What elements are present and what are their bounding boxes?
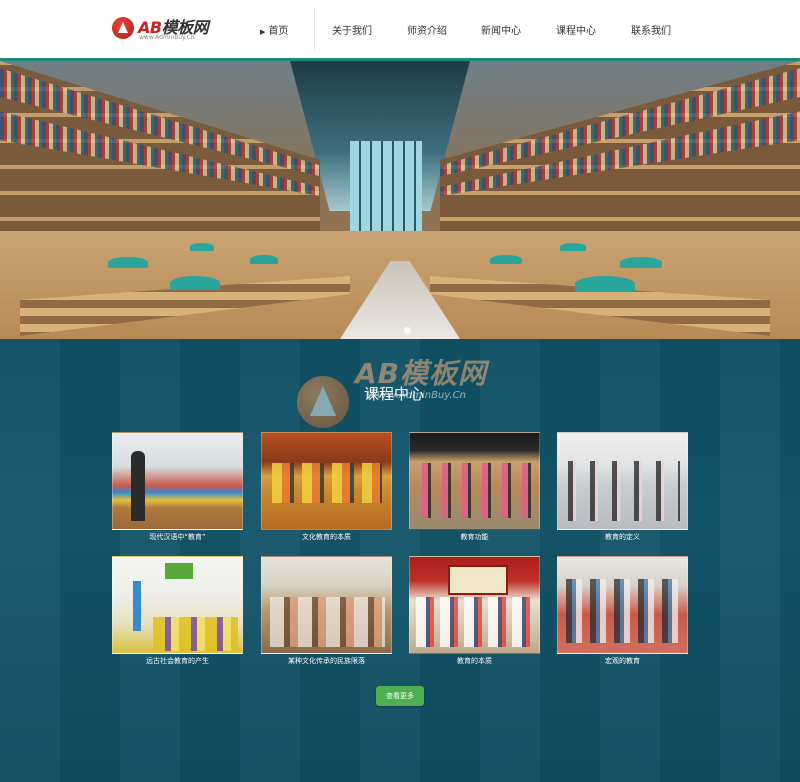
course-image <box>409 556 540 654</box>
active-arrow-icon: ▶ <box>260 28 266 36</box>
logo-subtitle: www.AdminBuy.Cn <box>139 34 195 41</box>
hero-banner <box>0 61 800 339</box>
site-logo[interactable]: AB模板网 www.AdminBuy.Cn <box>112 14 222 44</box>
course-caption: 教育功能 <box>460 533 489 541</box>
course-image <box>261 432 392 530</box>
course-caption: 教育的定义 <box>605 533 640 541</box>
course-image <box>409 432 540 530</box>
lamp-icon <box>108 257 148 268</box>
nav-item-contact[interactable]: 联系我们 <box>631 22 671 37</box>
course-caption: 现代汉语中“教育” <box>149 533 206 541</box>
lamp-icon <box>490 255 522 264</box>
watermark-emblem-icon <box>297 376 349 428</box>
nav-divider <box>314 8 315 50</box>
course-image <box>112 556 243 654</box>
watermark: AB模板网 WWW.AdminBuy.Cn <box>297 352 517 432</box>
nav-item-courses[interactable]: 课程中心 <box>556 22 596 37</box>
lamp-icon <box>575 276 635 292</box>
watermark-text: AB模板网 <box>355 357 488 390</box>
course-image <box>557 556 688 654</box>
nav-item-news[interactable]: 新闻中心 <box>481 22 521 37</box>
site-header: AB模板网 www.AdminBuy.Cn ▶ 首页 关于我们 师资介绍 新闻中心… <box>0 0 800 61</box>
course-image <box>557 432 688 530</box>
lamp-icon <box>250 255 278 264</box>
logo-emblem-icon <box>112 17 134 39</box>
watermark-subtitle: WWW.AdminBuy.Cn <box>367 390 466 401</box>
course-caption: 教育的本质 <box>457 657 492 665</box>
course-caption: 宏观的教育 <box>605 657 640 665</box>
course-caption: 某种文化传承的民族限落 <box>288 657 365 665</box>
course-image <box>112 432 243 530</box>
lamp-icon <box>560 243 586 251</box>
lamp-icon <box>170 276 220 290</box>
slider-dot[interactable] <box>404 327 411 334</box>
lamp-icon <box>190 243 214 251</box>
course-image <box>261 556 392 654</box>
course-caption: 远古社会教育的产生 <box>146 657 209 665</box>
nav-item-home[interactable]: ▶ 首页 <box>260 22 288 37</box>
course-caption: 文化教育的本质 <box>302 533 351 541</box>
view-more-button[interactable]: 查看更多 <box>376 686 424 706</box>
lamp-icon <box>620 257 662 268</box>
nav-item-about[interactable]: 关于我们 <box>332 22 372 37</box>
nav-item-teachers[interactable]: 师资介绍 <box>407 22 447 37</box>
